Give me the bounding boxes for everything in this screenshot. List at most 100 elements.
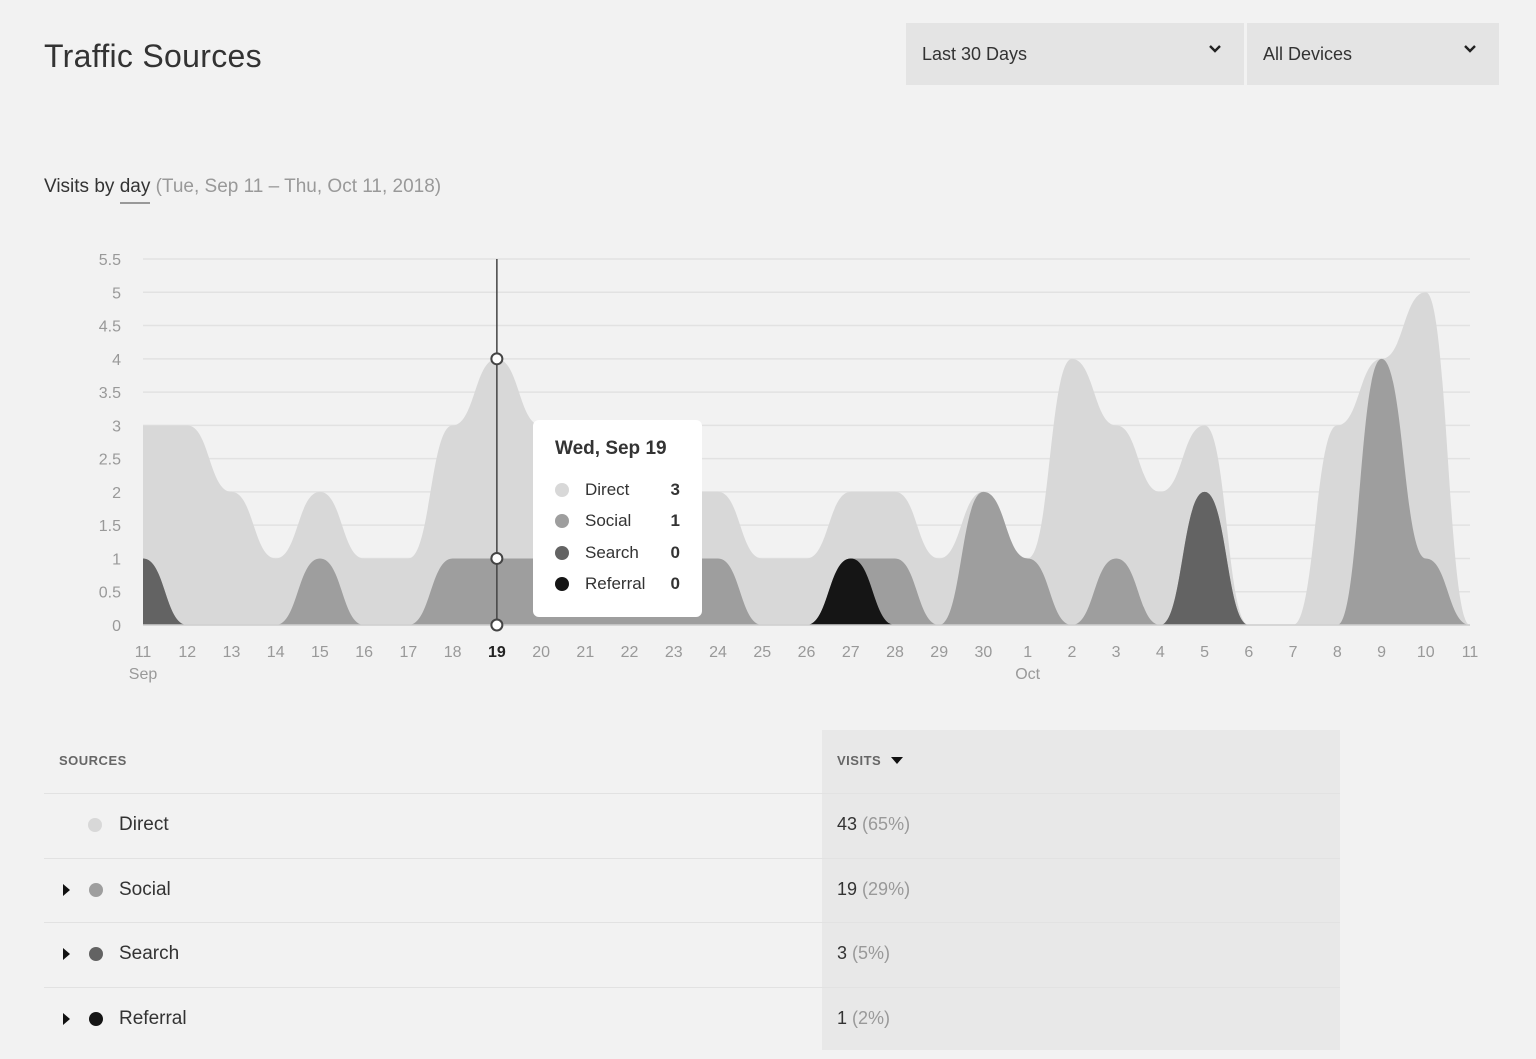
visits-percent: (2%) bbox=[852, 1007, 891, 1028]
tooltip-label: Social bbox=[585, 511, 632, 531]
visits-count: 1 bbox=[837, 1007, 848, 1028]
visits-cell: 3 (5%) bbox=[837, 943, 890, 964]
hover-point bbox=[490, 352, 504, 366]
source-color-dot bbox=[88, 818, 102, 832]
x-tick-label: 24 bbox=[709, 644, 727, 661]
x-tick-label: 1 bbox=[1023, 644, 1032, 661]
date-range-value: Last 30 Days bbox=[922, 43, 1028, 64]
source-name: Social bbox=[119, 878, 171, 900]
tooltip-label: Referral bbox=[585, 574, 646, 594]
device-dropdown[interactable]: All Devices bbox=[1247, 23, 1499, 85]
x-tick-label: 6 bbox=[1244, 644, 1253, 661]
source-row-direct: Direct bbox=[44, 793, 822, 857]
x-tick-label: 2 bbox=[1067, 644, 1076, 661]
x-tick-label: 8 bbox=[1333, 644, 1342, 661]
date-range-dropdown[interactable]: Last 30 Days bbox=[906, 23, 1244, 85]
y-tick-label: 0.5 bbox=[99, 585, 121, 602]
visits-percent: (29%) bbox=[862, 878, 911, 899]
device-value: All Devices bbox=[1263, 43, 1353, 64]
sort-desc-icon bbox=[891, 756, 904, 764]
x-tick-label: 19 bbox=[488, 644, 506, 661]
chart-subtitle: Visits by day (Tue, Sep 11 – Thu, Oct 11… bbox=[44, 176, 442, 204]
y-tick-label: 3.5 bbox=[99, 385, 121, 402]
x-tick-label: 26 bbox=[798, 644, 816, 661]
y-tick-label: 1 bbox=[112, 551, 121, 568]
x-tick-label: 27 bbox=[842, 644, 860, 661]
tooltip-label: Search bbox=[585, 542, 639, 562]
x-tick-label: 16 bbox=[355, 644, 373, 661]
granularity-selector[interactable]: day bbox=[119, 176, 151, 204]
x-tick-label: 23 bbox=[665, 644, 683, 661]
expand-caret-icon[interactable] bbox=[63, 948, 70, 960]
x-tick-label: 3 bbox=[1112, 644, 1121, 661]
source-row-search[interactable]: Search bbox=[44, 922, 822, 986]
source-name: Referral bbox=[119, 1007, 187, 1029]
y-tick-label: 2.5 bbox=[99, 452, 121, 469]
x-tick-label: 7 bbox=[1289, 644, 1298, 661]
visits-column-header[interactable]: VISITS bbox=[837, 753, 904, 768]
sources-column-header[interactable]: SOURCES bbox=[59, 753, 127, 768]
x-tick-label: 13 bbox=[223, 644, 241, 661]
y-tick-label: 5.5 bbox=[99, 252, 121, 269]
x-tick-label: 12 bbox=[178, 644, 196, 661]
source-row-referral[interactable]: Referral bbox=[44, 987, 822, 1051]
x-tick-label: 10 bbox=[1417, 644, 1435, 661]
y-tick-label: 3 bbox=[112, 418, 121, 435]
chevron-down-icon bbox=[1464, 45, 1476, 53]
y-tick-label: 1.5 bbox=[99, 518, 121, 535]
legend-dot-icon bbox=[555, 577, 569, 592]
legend-dot-icon bbox=[555, 514, 569, 529]
source-color-dot bbox=[89, 1011, 103, 1026]
x-month-label: Oct bbox=[1015, 666, 1040, 683]
visits-percent: (65%) bbox=[862, 814, 911, 834]
x-tick-label: 9 bbox=[1377, 644, 1386, 661]
visits-cell: 1 (2%) bbox=[837, 1008, 890, 1029]
legend-dot-icon bbox=[555, 545, 569, 560]
tooltip-row-referral: Referral 0 bbox=[555, 569, 680, 601]
source-color-dot bbox=[89, 882, 103, 897]
x-tick-label: 5 bbox=[1200, 644, 1209, 661]
x-tick-label: 28 bbox=[886, 644, 904, 661]
tooltip-value: 0 bbox=[670, 542, 680, 562]
expand-caret-icon[interactable] bbox=[63, 1012, 70, 1025]
tooltip-title: Wed, Sep 19 bbox=[555, 438, 667, 459]
tooltip-row-direct: Direct 3 bbox=[555, 474, 680, 506]
visits-area-chart: 00.511.522.533.544.555.511 12 13 14 15 16 17 18… bbox=[99, 252, 1479, 683]
x-tick-label: 20 bbox=[532, 644, 550, 661]
y-tick-label: 4.5 bbox=[99, 319, 121, 336]
visits-header-label: VISITS bbox=[837, 753, 882, 768]
tooltip-label: Direct bbox=[585, 479, 630, 499]
x-tick-label: 18 bbox=[444, 644, 462, 661]
visits-cell: 43 (65%) bbox=[837, 814, 910, 835]
page-title: Traffic Sources bbox=[44, 38, 262, 74]
y-tick-label: 0 bbox=[112, 618, 121, 635]
source-name: Search bbox=[119, 943, 180, 964]
tooltip-value: 1 bbox=[670, 511, 680, 531]
tooltip-value: 0 bbox=[670, 574, 680, 594]
x-tick-label: 14 bbox=[267, 644, 285, 661]
legend-dot-icon bbox=[555, 482, 569, 497]
x-tick-label: 4 bbox=[1156, 644, 1165, 661]
tooltip-value: 3 bbox=[670, 479, 680, 499]
tooltip-row-social: Social 1 bbox=[555, 506, 680, 538]
subtitle-prefix: Visits by bbox=[44, 176, 115, 197]
x-tick-label: 17 bbox=[400, 644, 418, 661]
hover-point bbox=[490, 618, 504, 632]
x-tick-label: 11 bbox=[1462, 644, 1479, 661]
x-month-label: Sep bbox=[129, 666, 158, 683]
source-color-dot bbox=[89, 947, 103, 961]
x-tick-label: 22 bbox=[621, 644, 639, 661]
visits-count: 19 bbox=[837, 878, 858, 899]
x-tick-label: 21 bbox=[576, 644, 594, 661]
visits-count: 43 bbox=[837, 814, 858, 834]
y-tick-label: 5 bbox=[112, 285, 121, 302]
x-tick-label: 25 bbox=[753, 644, 771, 661]
y-tick-label: 2 bbox=[112, 485, 121, 502]
visits-percent: (5%) bbox=[852, 943, 891, 963]
date-range-label: (Tue, Sep 11 – Thu, Oct 11, 2018) bbox=[155, 176, 442, 197]
x-tick-label: 15 bbox=[311, 644, 329, 661]
x-tick-label: 11 bbox=[135, 644, 152, 661]
source-row-social[interactable]: Social bbox=[44, 858, 822, 922]
chevron-down-icon bbox=[1209, 45, 1221, 53]
expand-caret-icon[interactable] bbox=[63, 883, 70, 896]
